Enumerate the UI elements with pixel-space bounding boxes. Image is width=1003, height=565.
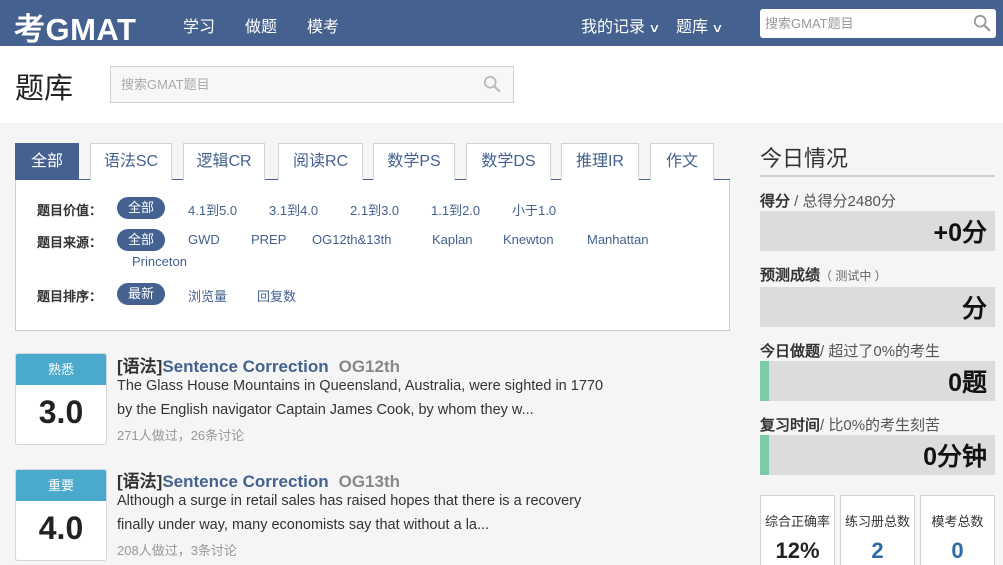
question-score: 3.0 [38, 394, 84, 430]
question-excerpt[interactable]: Although a surge in retail sales has rai… [117, 489, 637, 537]
page-search-input[interactable] [111, 67, 461, 102]
page-search-box [110, 66, 514, 103]
filter-source-option[interactable]: Kaplan [432, 232, 472, 247]
subject-tabs: 全部 语法SC 逻辑CR 阅读RC 数学PS 数学DS 推理IR 作文 [15, 143, 730, 181]
filter-sort-label: 题目排序： [37, 289, 103, 304]
top-navbar: 考GMAT 学习 做题 模考 我的记录 ∨ 题库 ∨ [0, 0, 1003, 49]
filter-value-label: 题目价值： [37, 203, 103, 218]
sidebar-title: 今日情况 [760, 146, 849, 171]
nav-dropdown-question-bank[interactable]: 题库 ∨ [676, 13, 724, 37]
question-score-card: 熟悉 3.0 [15, 353, 107, 445]
filter-sort-option[interactable]: 最新 [117, 283, 166, 305]
site-logo[interactable]: 考GMAT [14, 4, 136, 49]
tab-all[interactable]: 全部 [15, 143, 79, 180]
today-done-label-main: 今日做题 [760, 343, 821, 360]
filter-source-option[interactable]: GWD [188, 232, 220, 247]
stat-mock-tests-box[interactable]: 模考总数 0 [920, 495, 995, 565]
filter-value-option[interactable]: 4.1到5.0 [188, 200, 237, 219]
search-icon[interactable] [483, 75, 501, 93]
top-search-box [760, 9, 996, 38]
today-done-value: 0题 [948, 369, 987, 397]
stat-workbooks-value: 2 [871, 538, 884, 563]
chevron-down-icon: ∨ [711, 21, 724, 35]
review-label-sub: / 比0%的考生刻苦 [820, 417, 941, 434]
filter-source-option[interactable]: PREP [251, 232, 286, 247]
stat-accuracy-value: 12% [775, 538, 820, 563]
predict-label-sub: （ 测试中 ） [820, 269, 887, 283]
importance-tag: 重要 [16, 470, 106, 501]
review-label: 复习时间/ 比0%的考生刻苦 [760, 414, 940, 435]
score-label-sub: / 总得分2480分 [790, 193, 896, 210]
filter-panel: 题目价值： 全部 4.1到5.0 3.1到4.0 2.1到3.0 1.1到2.0… [15, 180, 730, 331]
review-value: 0分钟 [923, 443, 987, 471]
nav-link-practice[interactable]: 做题 [245, 13, 277, 37]
tab-sc[interactable]: 语法SC [90, 143, 172, 180]
stat-workbooks-label: 练习册总数 [844, 514, 910, 529]
question-score: 4.0 [38, 510, 84, 546]
nav-my-records-label: 我的记录 [581, 19, 646, 36]
question-excerpt-line: by the English navigator Captain James C… [117, 402, 534, 418]
predict-label-main: 预测成绩 [760, 267, 821, 284]
nav-question-bank-label: 题库 [676, 19, 709, 36]
filter-source-option[interactable]: Princeton [132, 254, 187, 269]
tab-ps[interactable]: 数学PS [373, 143, 455, 180]
filter-sort-option[interactable]: 浏览量 [188, 286, 227, 305]
review-bar: 0分钟 [760, 435, 995, 475]
today-done-bar: 0题 [760, 361, 995, 401]
review-label-main: 复习时间 [760, 417, 821, 434]
stat-accuracy-label: 综合正确率 [764, 514, 830, 529]
question-meta: 208人做过，3条讨论 [117, 543, 237, 558]
chevron-down-icon: ∨ [648, 21, 661, 35]
nav-link-study[interactable]: 学习 [183, 13, 215, 37]
question-excerpt[interactable]: The Glass House Mountains in Queensland,… [117, 374, 637, 422]
question-excerpt-line: The Glass House Mountains in Queensland,… [117, 378, 604, 394]
today-done-label: 今日做题/ 超过了0%的考生 [760, 340, 940, 361]
filter-sort-option[interactable]: 回复数 [257, 286, 296, 305]
score-bar: +0分 [760, 211, 995, 251]
search-icon[interactable] [973, 14, 991, 32]
predict-bar: 分 [760, 287, 995, 327]
question-excerpt-line: finally under way, many economists say t… [117, 517, 490, 533]
nav-link-mock[interactable]: 模考 [307, 13, 339, 37]
filter-value-option[interactable]: 小于1.0 [512, 200, 556, 219]
filter-value-option[interactable]: 1.1到2.0 [431, 200, 480, 219]
tab-ds[interactable]: 数学DS [466, 143, 551, 180]
filter-source-label: 题目来源： [37, 235, 103, 250]
top-search-input[interactable] [760, 9, 960, 38]
review-progress-fill [760, 435, 770, 475]
question-meta: 271人做过，26条讨论 [117, 428, 245, 443]
familiarity-tag: 熟悉 [16, 354, 106, 385]
filter-value-option[interactable]: 全部 [117, 197, 166, 219]
filter-source-option[interactable]: 全部 [117, 229, 166, 251]
predict-label: 预测成绩（ 测试中 ） [760, 264, 887, 285]
question-excerpt-line: Although a surge in retail sales has rai… [117, 493, 582, 509]
stat-mock-tests-value: 0 [951, 538, 964, 563]
filter-source-option[interactable]: Knewton [503, 232, 554, 247]
stat-mock-tests-label: 模考总数 [931, 514, 984, 529]
tab-rc[interactable]: 阅读RC [278, 143, 363, 180]
filter-source-option[interactable]: OG12th&13th [312, 232, 392, 247]
tab-ir[interactable]: 推理IR [561, 143, 639, 180]
filter-source-option[interactable]: Manhattan [587, 232, 648, 247]
filter-value-option[interactable]: 2.1到3.0 [350, 200, 399, 219]
tab-cr[interactable]: 逻辑CR [183, 143, 265, 180]
stat-accuracy-box[interactable]: 综合正确率 12% [760, 495, 835, 565]
nav-dropdown-my-records[interactable]: 我的记录 ∨ [581, 13, 661, 37]
question-score-card: 重要 4.0 [15, 469, 107, 561]
score-value: +0分 [933, 219, 987, 247]
page-header: 题库 [0, 46, 1003, 123]
today-done-progress-fill [760, 361, 770, 401]
page-title: 题库 [15, 73, 74, 105]
sidebar-divider [760, 175, 995, 177]
score-label-main: 得分 [760, 193, 791, 210]
stat-workbooks-box[interactable]: 练习册总数 2 [840, 495, 915, 565]
filter-value-option[interactable]: 3.1到4.0 [269, 200, 318, 219]
score-label: 得分 / 总得分2480分 [760, 190, 896, 211]
predict-value: 分 [961, 295, 987, 323]
today-done-label-sub: / 超过了0%的考生 [820, 343, 941, 360]
tab-essay[interactable]: 作文 [650, 143, 714, 180]
